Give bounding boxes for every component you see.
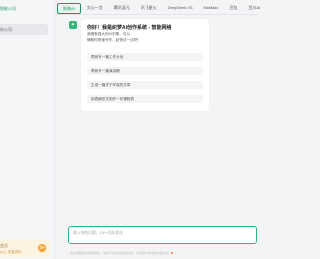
promo-arrow-icon[interactable]: ≫	[38, 244, 46, 252]
suggestion-item[interactable]: 生成一篇关于环保的文章	[87, 81, 203, 89]
suggestion-item[interactable]: 帮我写一篇工作计划	[87, 53, 203, 61]
sidebar: 智能公司 的公司 会员 以上 完善资料 ≫	[0, 0, 55, 259]
tab-minimax[interactable]: MiniMax	[198, 3, 223, 12]
sidebar-top-label[interactable]: 智能公司	[0, 6, 16, 12]
welcome-line-1: 我拥有强大的AI引擎，可以	[87, 32, 130, 36]
suggestion-item[interactable]: 帮我写一篇演讲稿	[87, 67, 203, 75]
tab-wenxin[interactable]: 文心一言	[82, 3, 108, 12]
tab-divider	[55, 14, 257, 15]
main-panel: 智普AI 文心一言 腾讯混元 讯飞星火 DeepSeek V3 MiniMax …	[55, 0, 260, 259]
sidebar-item-conversation[interactable]: 的公司	[0, 24, 48, 35]
tab-zhipu[interactable]: 智普AI	[57, 3, 81, 14]
tab-hunyuan[interactable]: 腾讯混元	[109, 3, 135, 12]
chat-input-placeholder: 输入你的问题，Ctrl+回车发送	[73, 231, 123, 235]
welcome-message: 你好！我是织梦AI创作系统 - 智能网络 我拥有强大的AI引擎，可以 辅助你快速…	[81, 19, 209, 111]
model-tabs: 智普AI 文心一言 腾讯混元 讯飞星火 DeepSeek V3 MiniMax …	[57, 3, 266, 14]
tab-doubao[interactable]: 豆包	[224, 3, 242, 12]
ai-avatar-icon: ✦	[69, 21, 77, 29]
tab-deepseek[interactable]: DeepSeek V3	[163, 3, 198, 12]
suggestion-item[interactable]: 用表格形式制作一份课程表	[87, 95, 203, 103]
member-promo[interactable]: 会员 以上 完善资料 ≫	[0, 240, 50, 257]
welcome-title: 你好！我是织梦AI创作系统 - 智能网络	[87, 25, 172, 31]
footer-text: 请仔细甄别内容准确性，本站不对生成内容负责，对使用AI生成的内容负责	[70, 251, 169, 255]
welcome-line-2: 辅助你快速写作，赶快试一试吧！	[87, 38, 141, 42]
status-dot-icon	[170, 252, 173, 254]
footer-disclaimer: 请仔细甄别内容准确性，本站不对生成内容负责，对使用AI生成的内容负责	[70, 251, 173, 255]
tab-xinghuo[interactable]: 讯飞星火	[136, 3, 162, 12]
chat-input[interactable]: 输入你的问题，Ctrl+回车发送	[68, 226, 257, 244]
tab-baichuan[interactable]: 百川AI	[243, 3, 265, 12]
member-promo-subtitle: 以上 完善资料	[0, 250, 22, 254]
